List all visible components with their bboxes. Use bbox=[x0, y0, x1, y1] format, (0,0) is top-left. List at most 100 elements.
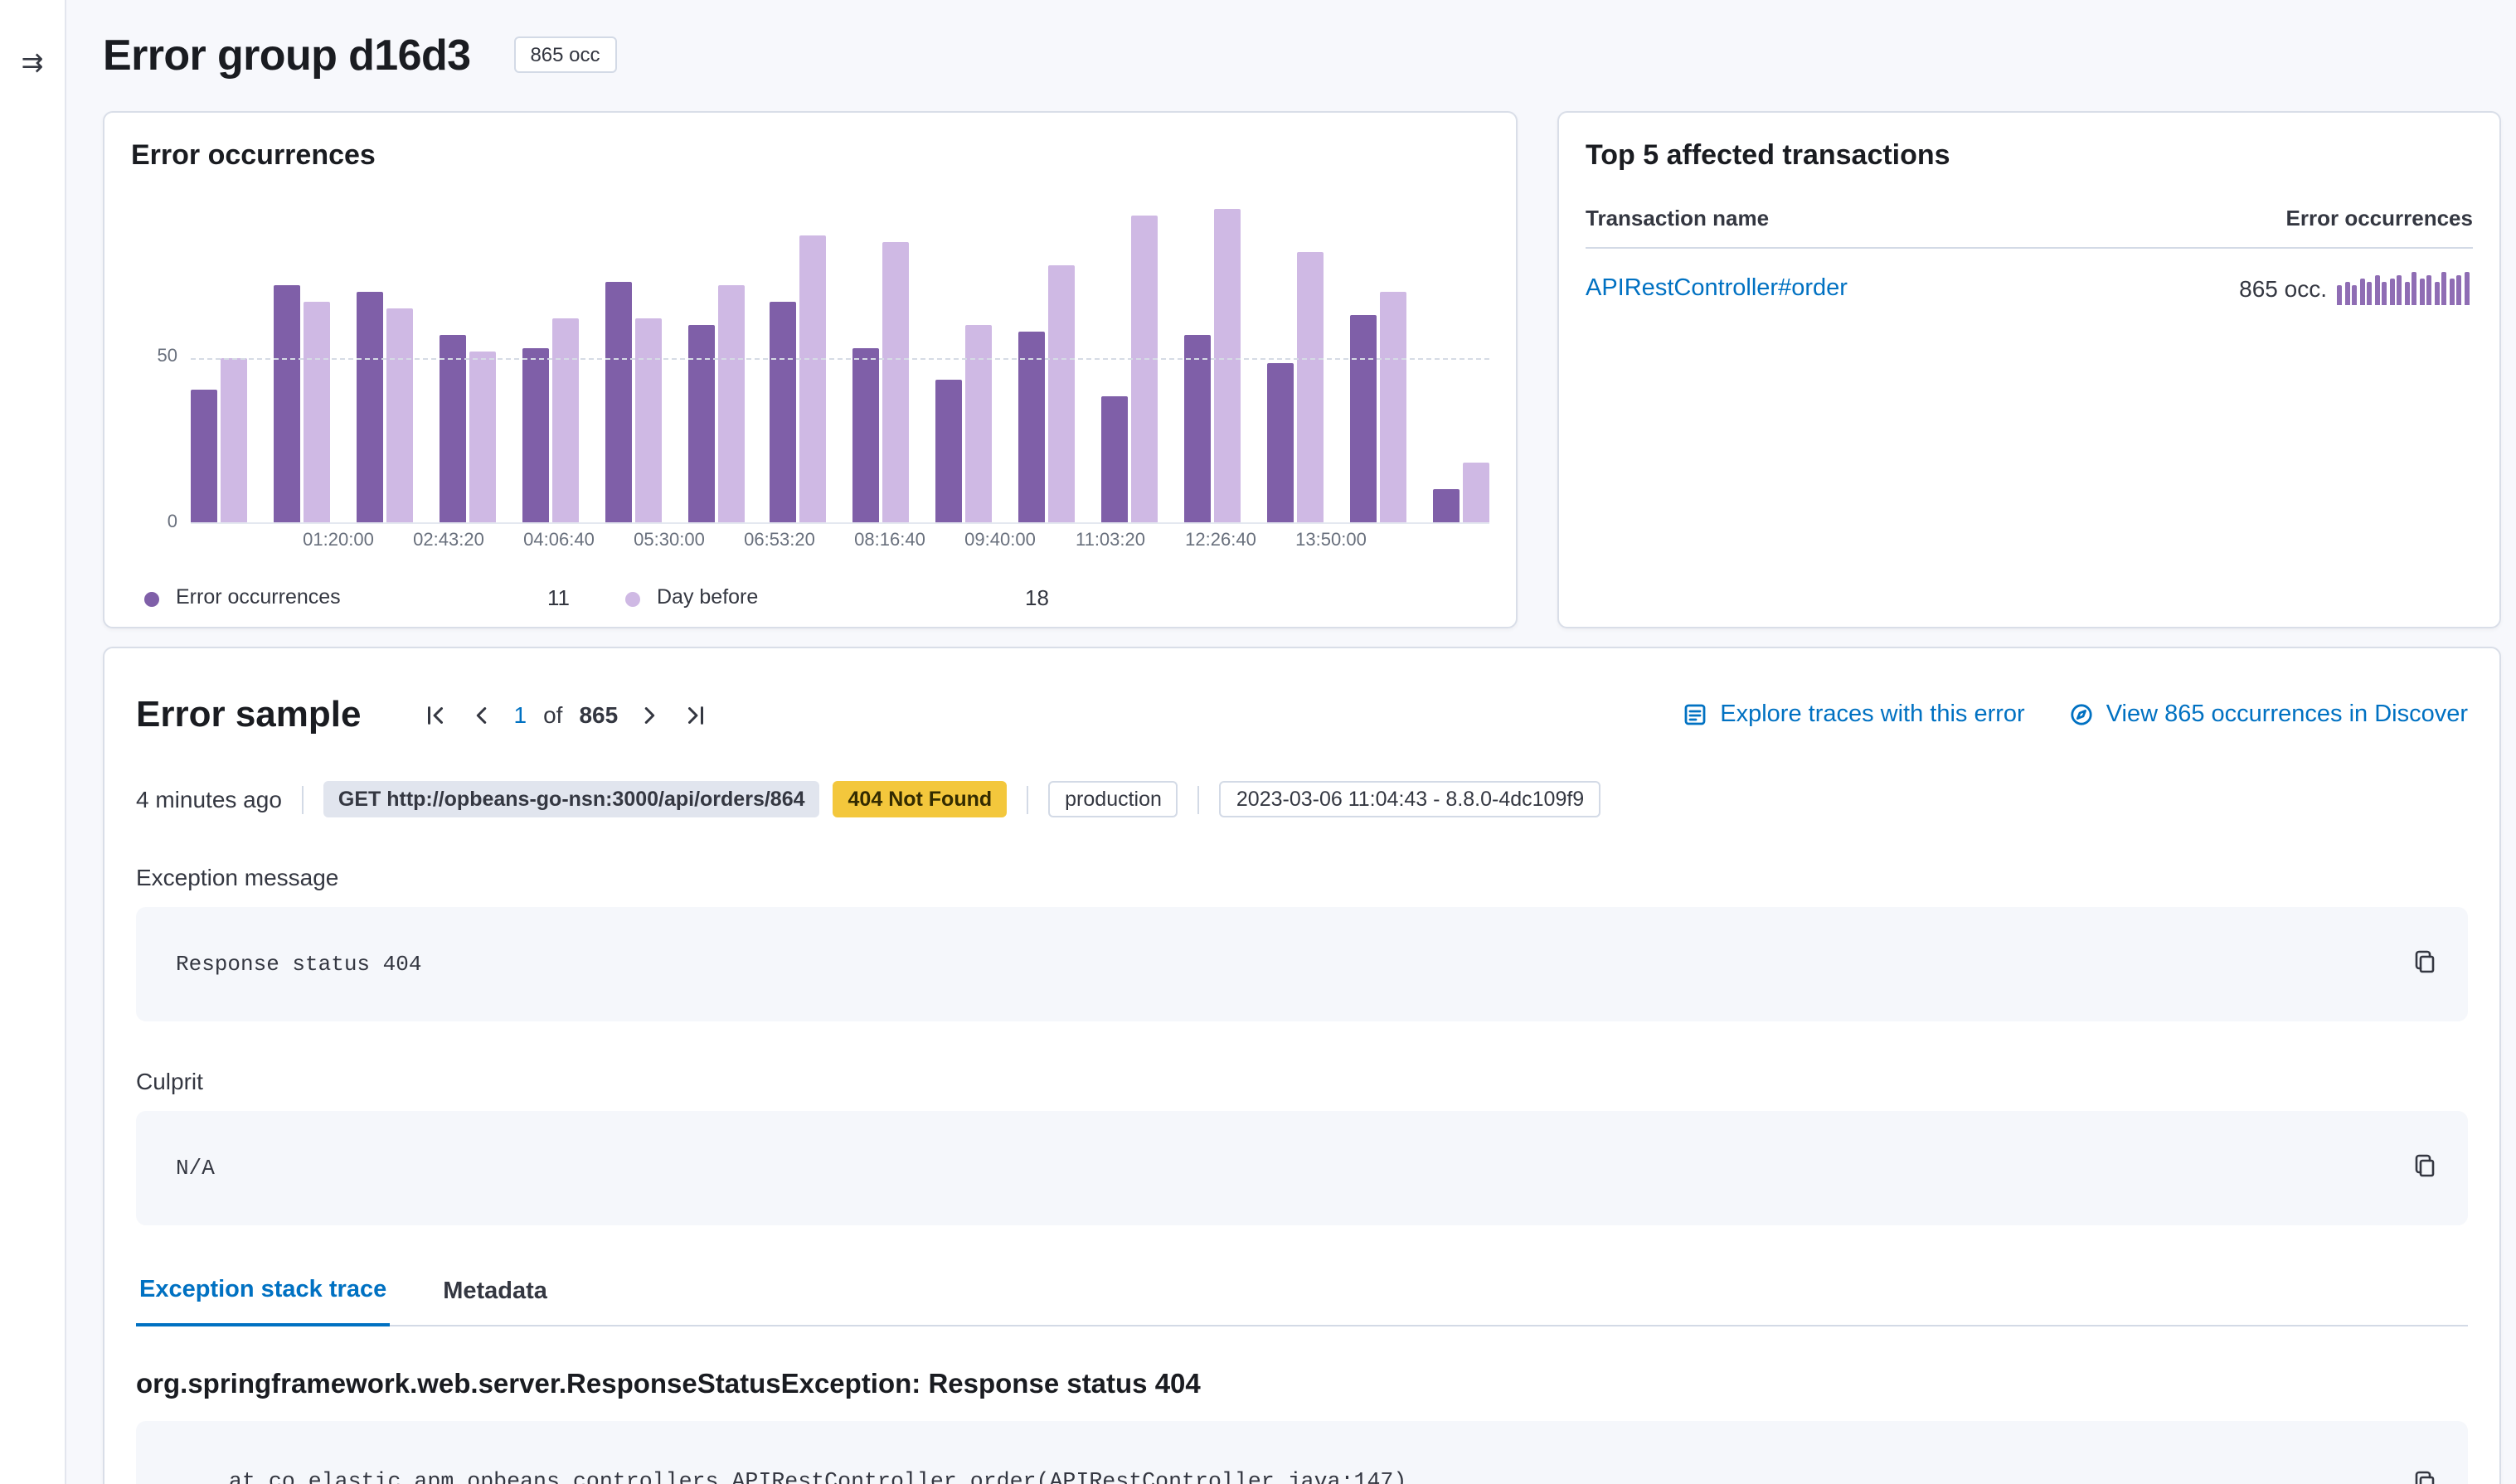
x-axis-label: 11:03:20 bbox=[1076, 531, 1145, 550]
column-error-occurrences: Error occurrences bbox=[2286, 206, 2473, 230]
apm-error-group-page: ⇉ Error group d16d3 865 occ Error occurr… bbox=[0, 0, 2516, 1484]
sparkline-bar bbox=[2397, 275, 2402, 305]
sparkline-bar bbox=[2374, 275, 2379, 305]
discover-compass-icon bbox=[2068, 701, 2095, 728]
tab-metadata[interactable]: Metadata bbox=[440, 1277, 551, 1326]
transactions-card-title: Top 5 affected transactions bbox=[1586, 139, 2473, 172]
affected-transactions-card: Top 5 affected transactions Transaction … bbox=[1557, 111, 2501, 628]
page-header: Error group d16d3 865 occ bbox=[103, 23, 2501, 86]
copy-icon bbox=[2412, 1468, 2438, 1484]
error-sample-header: Error sample 1 of 865 bbox=[136, 693, 2468, 736]
explore-traces-link[interactable]: Explore traces with this error bbox=[1682, 701, 2024, 728]
chart-title: Error occurrences bbox=[131, 139, 1489, 172]
bar bbox=[1131, 216, 1158, 522]
timestamp-ago: 4 minutes ago bbox=[136, 786, 282, 812]
copy-button[interactable] bbox=[2408, 1152, 2441, 1185]
previous-page-button[interactable] bbox=[467, 700, 497, 730]
transactions-table-header: Transaction name Error occurrences bbox=[1586, 206, 2473, 249]
bar bbox=[1048, 265, 1075, 522]
exception-message-value: Response status 404 bbox=[176, 952, 421, 977]
bar bbox=[1214, 209, 1241, 522]
y-tick-0: 0 bbox=[168, 512, 177, 532]
gridline-50 bbox=[191, 357, 1489, 359]
sparkline bbox=[2337, 272, 2473, 305]
bar bbox=[357, 291, 383, 522]
bar bbox=[1350, 314, 1377, 522]
request-badges: GET http://opbeans-go-nsn:3000/api/order… bbox=[323, 781, 1007, 817]
bar bbox=[800, 235, 827, 522]
bar bbox=[883, 242, 910, 522]
bar bbox=[1380, 291, 1406, 522]
x-axis-label: 04:06:40 bbox=[523, 531, 595, 550]
last-page-button[interactable] bbox=[681, 700, 711, 730]
bar bbox=[1184, 334, 1211, 522]
bar bbox=[386, 308, 413, 522]
sparkline-bar bbox=[2434, 282, 2439, 305]
trace-list-icon bbox=[1682, 701, 1708, 728]
version-badge: 2023-03-06 11:04:43 - 8.8.0-4dc109f9 bbox=[1220, 781, 1600, 817]
sparkline-bar bbox=[2389, 279, 2394, 305]
sparkline-bar bbox=[2359, 279, 2364, 305]
bar bbox=[1018, 331, 1045, 522]
transaction-link[interactable]: APIRestController#order bbox=[1586, 275, 1848, 302]
pagination-total: 865 bbox=[579, 701, 618, 728]
page-title: Error group d16d3 bbox=[103, 29, 470, 80]
copy-button[interactable] bbox=[2408, 948, 2441, 981]
y-tick-50: 50 bbox=[158, 347, 178, 366]
chart-legend: Error occurrences 11 Day before 18 bbox=[131, 584, 1489, 617]
copy-icon bbox=[2412, 1152, 2438, 1179]
sparkline-bar bbox=[2352, 285, 2357, 305]
legend-value-daybefore: 18 bbox=[1025, 585, 1049, 610]
x-axis-labels: 01:20:0002:43:2004:06:4005:30:0006:53:20… bbox=[191, 531, 1489, 560]
copy-button[interactable] bbox=[2408, 1467, 2441, 1484]
sparkline-bar bbox=[2464, 272, 2469, 305]
header-links: Explore traces with this error View 865 … bbox=[1682, 701, 2468, 728]
bar bbox=[1297, 252, 1324, 522]
first-page-button[interactable] bbox=[420, 700, 450, 730]
chevron-right-icon bbox=[637, 702, 662, 727]
sparkline-bar bbox=[2344, 282, 2349, 305]
separator bbox=[1027, 785, 1028, 813]
top-row: Error occurrences 50 0 01:20:0002:43:200… bbox=[103, 111, 2501, 628]
tab-exception-stack-trace[interactable]: Exception stack trace bbox=[136, 1277, 390, 1326]
sparkline-bar bbox=[2382, 282, 2387, 305]
bar bbox=[191, 390, 217, 522]
page-content: Error group d16d3 865 occ Error occurren… bbox=[103, 0, 2501, 1484]
column-transaction-name: Transaction name bbox=[1586, 206, 1769, 230]
bar-plot[interactable] bbox=[191, 192, 1489, 524]
x-axis-label: 02:43:20 bbox=[413, 531, 484, 550]
expand-sidebar-icon[interactable]: ⇉ bbox=[12, 43, 52, 83]
sparkline-bar bbox=[2367, 282, 2372, 305]
bar bbox=[1433, 489, 1460, 522]
sparkline-bar bbox=[2456, 275, 2461, 305]
culprit-value: N/A bbox=[176, 1156, 215, 1181]
legend-label-daybefore: Day before bbox=[657, 585, 758, 609]
stack-trace-block: at co.elastic.apm.opbeans.controllers.AP… bbox=[136, 1421, 2468, 1484]
bar bbox=[717, 284, 744, 522]
culprit-block: N/A bbox=[136, 1111, 2468, 1225]
bar bbox=[605, 281, 631, 522]
copy-icon bbox=[2412, 948, 2438, 975]
bar bbox=[551, 318, 578, 522]
culprit-label: Culprit bbox=[136, 1068, 2468, 1094]
x-axis-label: 09:40:00 bbox=[964, 531, 1036, 550]
sparkline-bar bbox=[2412, 272, 2416, 305]
view-in-discover-link[interactable]: View 865 occurrences in Discover bbox=[2068, 701, 2468, 728]
first-page-icon bbox=[423, 702, 448, 727]
bar bbox=[469, 351, 496, 522]
bar bbox=[274, 284, 300, 522]
next-page-button[interactable] bbox=[634, 700, 664, 730]
exception-message-block: Response status 404 bbox=[136, 907, 2468, 1021]
sample-tabs: Exception stack trace Metadata bbox=[136, 1277, 2468, 1326]
bar bbox=[304, 301, 330, 522]
legend-dot bbox=[144, 592, 159, 607]
x-axis-label: 13:50:00 bbox=[1295, 531, 1367, 550]
sample-pagination: 1 of 865 bbox=[420, 700, 711, 730]
bar bbox=[966, 324, 993, 522]
separator bbox=[1198, 785, 1200, 813]
sparkline-bar bbox=[2449, 279, 2454, 305]
exception-message-label: Exception message bbox=[136, 864, 2468, 890]
bar bbox=[770, 301, 797, 522]
bar bbox=[634, 318, 661, 522]
request-url-badge: GET http://opbeans-go-nsn:3000/api/order… bbox=[323, 781, 820, 817]
